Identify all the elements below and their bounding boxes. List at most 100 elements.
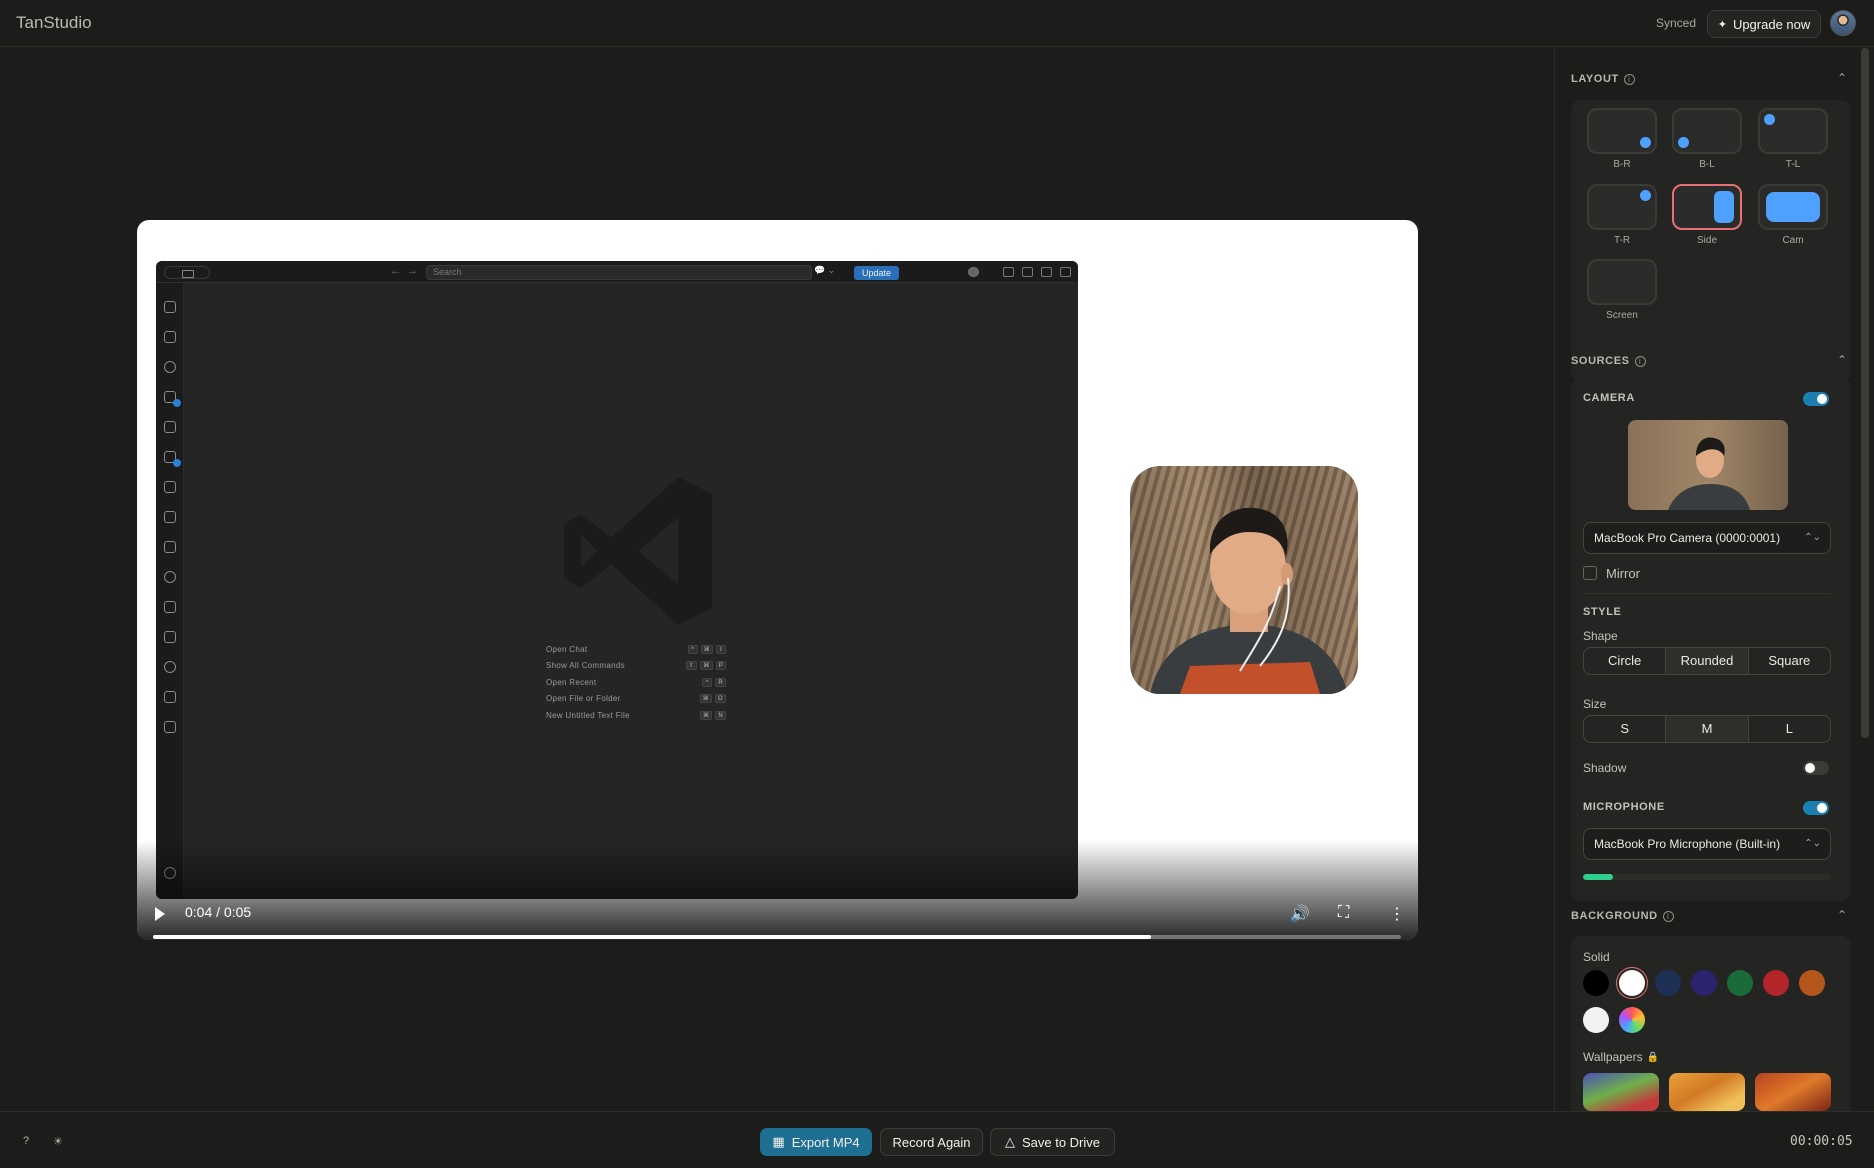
layout-option-b-r[interactable]: B-R (1587, 108, 1657, 170)
chevron-up-icon[interactable]: ⌃ (1837, 71, 1847, 85)
presenter-image (1150, 507, 1348, 694)
background-title: BACKGROUND (1571, 910, 1658, 922)
color-swatch[interactable] (1655, 970, 1681, 996)
shortcut-label: Open Chat (546, 644, 588, 654)
layout-option-side[interactable]: Side (1672, 184, 1742, 246)
shape-label: Shape (1583, 629, 1618, 643)
sidebar-toggle-icon (164, 266, 210, 279)
size-label: Size (1583, 697, 1607, 711)
panel-scrollbar[interactable] (1861, 48, 1869, 738)
shadow-toggle[interactable] (1803, 761, 1829, 775)
toggle-knob (1805, 763, 1815, 773)
style-label: STYLE (1583, 606, 1622, 618)
color-swatch[interactable] (1619, 970, 1645, 996)
key: ⌘ (700, 661, 713, 671)
layout-title: LAYOUT (1571, 73, 1619, 85)
chevron-up-icon[interactable]: ⌃ (1837, 908, 1847, 922)
play-icon[interactable] (155, 907, 165, 921)
camera-dot-icon (1678, 137, 1689, 148)
microphone-label: MICROPHONE (1583, 801, 1665, 813)
seek-bar[interactable] (153, 935, 1401, 939)
divider (1583, 593, 1831, 594)
color-swatch[interactable] (1583, 970, 1609, 996)
color-swatch[interactable] (1619, 1007, 1645, 1033)
diagram-icon (164, 631, 176, 643)
key: ⌘ (700, 710, 713, 720)
shortcut-label: Open File or Folder (546, 694, 621, 704)
export-mp4-button[interactable]: ▦ Export MP4 (760, 1128, 872, 1156)
layout-option-t-r[interactable]: T-R (1587, 184, 1657, 246)
size-l-button[interactable]: L (1749, 716, 1830, 742)
camera-select[interactable]: MacBook Pro Camera (0000:0001) ⌃⌄ (1583, 522, 1831, 554)
layout-option-t-l[interactable]: T-L (1758, 108, 1828, 170)
editor-update-button: Update (854, 266, 899, 280)
volume-icon[interactable]: 🔊 (1290, 904, 1310, 924)
help-icon[interactable]: ? (23, 1135, 36, 1148)
more-options-icon[interactable]: ⋮ (1389, 904, 1405, 924)
camera-preview (1628, 420, 1788, 510)
editor-layout-icons (968, 267, 1071, 277)
layout-option-b-l[interactable]: B-L (1672, 108, 1742, 170)
mirror-checkbox[interactable] (1583, 566, 1597, 580)
shape-selector: Circle Rounded Square (1583, 647, 1831, 675)
key: O (715, 694, 726, 704)
shape-rounded-button[interactable]: Rounded (1666, 648, 1749, 674)
wallpaper-thumb[interactable] (1755, 1073, 1831, 1111)
layout-option-screen[interactable]: Screen (1587, 259, 1657, 321)
wallpapers-label-row: Wallpapers 🔒 (1583, 1050, 1659, 1064)
record-again-button[interactable]: Record Again (880, 1128, 983, 1156)
theme-sun-icon[interactable]: ☀ (53, 1135, 66, 1148)
save-to-drive-button[interactable]: △ Save to Drive (990, 1128, 1115, 1156)
sources-section-header[interactable]: SOURCES i (1571, 355, 1646, 367)
video-controls: 0:04 / 0:05 🔊 ⛶ ⋮ (137, 840, 1418, 940)
film-icon: ▦ (772, 1134, 785, 1149)
camera-side-icon (1714, 191, 1734, 223)
color-swatch[interactable] (1583, 1007, 1609, 1033)
figma-icon (164, 541, 176, 553)
toggle-knob (1817, 803, 1827, 813)
layout-label: T-L (1785, 159, 1801, 170)
color-swatch[interactable] (1691, 970, 1717, 996)
background-section-header[interactable]: BACKGROUND i (1571, 910, 1674, 922)
wallpaper-thumb[interactable] (1583, 1073, 1659, 1111)
folder-icon (164, 331, 176, 343)
shape-square-button[interactable]: Square (1749, 648, 1830, 674)
github-icon (164, 571, 176, 583)
layout-icon (1003, 267, 1014, 277)
color-swatch[interactable] (1763, 970, 1789, 996)
export-label: Export MP4 (791, 1134, 860, 1150)
layout-option-cam[interactable]: Cam (1758, 184, 1828, 246)
layout-icon (1060, 267, 1071, 277)
layout-icon (1041, 267, 1052, 277)
layout-section-header[interactable]: LAYOUT i (1571, 73, 1635, 85)
chevron-up-icon[interactable]: ⌃ (1837, 353, 1847, 367)
microphone-toggle[interactable] (1803, 801, 1829, 815)
wallpaper-thumb[interactable] (1669, 1073, 1745, 1111)
camera-dot-icon (1764, 114, 1775, 125)
camera-overlay[interactable] (1130, 466, 1358, 694)
chat-icon: 💬 ⌄ (814, 265, 836, 275)
camera-device-value: MacBook Pro Camera (0000:0001) (1594, 531, 1781, 545)
upgrade-button[interactable]: ✦ Upgrade now (1707, 10, 1821, 38)
color-swatch[interactable] (1799, 970, 1825, 996)
layout-label: Screen (1606, 310, 1638, 321)
drive-icon: △ (1004, 1134, 1015, 1149)
avatar[interactable] (1830, 10, 1856, 36)
shortcut-row: New Untitled Text File ⌘ N (546, 707, 726, 724)
shield-icon (164, 721, 176, 733)
video-preview[interactable]: ←→ Search 💬 ⌄ Update Open Chat ^ ⌘ I Sho… (137, 220, 1418, 940)
fullscreen-icon[interactable]: ⛶ (1338, 904, 1349, 922)
toggle-knob (1817, 394, 1827, 404)
bottom-bar: ? ☀ ▦ Export MP4 Record Again △ Save to … (0, 1111, 1874, 1168)
top-bar: TanStudio Synced ✦ Upgrade now (0, 0, 1874, 47)
size-m-button[interactable]: M (1666, 716, 1749, 742)
color-swatch[interactable] (1727, 970, 1753, 996)
microphone-select[interactable]: MacBook Pro Microphone (Built-in) ⌃⌄ (1583, 828, 1831, 860)
camera-toggle[interactable] (1803, 392, 1829, 406)
size-s-button[interactable]: S (1584, 716, 1667, 742)
shortcut-row: Open Recent ^ R (546, 674, 726, 691)
badge-icon (173, 459, 181, 467)
shape-circle-button[interactable]: Circle (1584, 648, 1667, 674)
camera-dot-icon (1640, 137, 1651, 148)
badge-icon (173, 399, 181, 407)
